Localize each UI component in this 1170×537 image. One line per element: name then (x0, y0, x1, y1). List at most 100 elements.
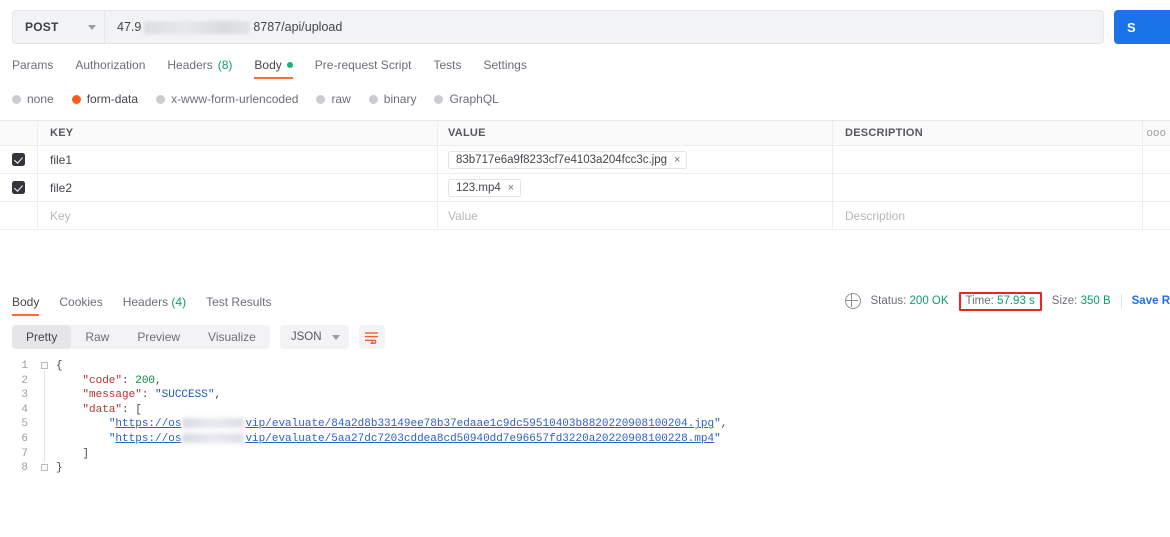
size-value: 350 B (1080, 295, 1111, 308)
line-number: 1 (21, 360, 28, 372)
response-view-label: Preview (137, 330, 181, 344)
response-view-label: Pretty (26, 330, 58, 344)
file-chip[interactable]: 83b717e6a9f8233cf7e4103a204fcc3c.jpg × (448, 150, 688, 169)
response-tab-body[interactable]: Body (12, 295, 40, 316)
request-tab-params[interactable]: Params (12, 58, 53, 79)
meta-divider (1120, 294, 1122, 309)
response-panel: Body Cookies Headers (4) Test Results St… (0, 288, 1170, 476)
row-description-cell[interactable] (833, 174, 1142, 201)
fold-toggle-icon[interactable] (41, 362, 48, 369)
response-view-visualize[interactable]: Visualize (194, 325, 270, 349)
body-type-graphql[interactable]: GraphQL (434, 92, 499, 106)
row-value-cell[interactable]: 83b717e6a9f8233cf7e4103a204fcc3c.jpg × (438, 146, 833, 173)
request-url-input[interactable]: 47.9 8787/api/upload (104, 10, 1104, 44)
radio-icon (156, 94, 166, 104)
code-line: " https://os vip/evaluate/84a2d8b33149ee78… (56, 417, 1170, 432)
response-body-code-viewer[interactable]: 1 2 3 4 5 6 7 8 { "code": 200, "message"… (0, 350, 1170, 476)
radio-selected-icon (71, 94, 81, 104)
body-modified-dot-icon (286, 62, 293, 68)
http-method-label: POST (25, 20, 59, 34)
code-line: "message": "SUCCESS", (56, 388, 1170, 403)
row-key-cell[interactable]: file1 (38, 146, 438, 173)
code-token: { (56, 360, 63, 372)
placeholder-more-cell (1142, 202, 1170, 229)
http-method-select[interactable]: POST (12, 10, 104, 44)
code-token: : (122, 403, 136, 416)
file-chip[interactable]: 123.mp4 × (448, 178, 522, 197)
response-tab-headers[interactable]: Headers (4) (123, 295, 186, 316)
code-token: "SUCCESS" (155, 389, 215, 402)
code-token: "message" (82, 389, 142, 402)
code-line: "code": 200, (56, 374, 1170, 389)
request-tab-authorization[interactable]: Authorization (75, 58, 145, 79)
request-tab-label: Tests (433, 58, 462, 72)
request-tab-label: Pre-request Script (314, 58, 412, 72)
more-options-icon: ooo (1146, 127, 1167, 139)
bulk-edit-menu-button[interactable]: ooo (1142, 121, 1170, 145)
table-placeholder-row: Key Value Description (0, 202, 1170, 230)
status-badge: Status: 200 OK (871, 295, 949, 307)
response-url-link[interactable]: https://os (115, 418, 181, 430)
code-token: : (122, 374, 136, 387)
request-tab-tests[interactable]: Tests (433, 58, 461, 79)
request-tab-settings[interactable]: Settings (484, 58, 527, 79)
response-language-select[interactable]: JSON (279, 325, 349, 349)
save-response-button[interactable]: Save R (1132, 295, 1170, 307)
table-row: file1 83b717e6a9f8233cf7e4103a204fcc3c.j… (0, 146, 1170, 174)
body-type-radio-group: none form-data x-www-form-urlencoded raw… (0, 79, 1170, 110)
response-tab-cookies[interactable]: Cookies (59, 295, 102, 316)
table-header-row: KEY VALUE DESCRIPTION ooo (0, 121, 1170, 146)
body-type-label: x-www-form-urlencoded (171, 92, 299, 106)
row-key-cell[interactable]: file2 (38, 174, 438, 201)
request-tab-label: Headers (167, 58, 213, 72)
line-number: 3 (21, 389, 28, 402)
line-number: 4 (21, 403, 28, 416)
code-token: : (141, 389, 156, 402)
body-type-none[interactable]: none (12, 92, 54, 106)
request-tab-body[interactable]: Body (254, 58, 293, 79)
status-value: 200 OK (909, 295, 949, 308)
row-enable-checkbox-cell (0, 146, 38, 173)
body-type-urlencoded[interactable]: x-www-form-urlencoded (156, 92, 298, 106)
body-type-raw[interactable]: raw (316, 92, 351, 106)
remove-file-icon[interactable]: × (508, 182, 514, 194)
placeholder-key-cell[interactable]: Key (38, 202, 438, 229)
line-number: 2 (21, 374, 28, 387)
time-label: Time: (965, 294, 994, 307)
body-type-binary[interactable]: binary (368, 92, 416, 106)
wrap-text-button[interactable] (358, 325, 385, 349)
response-view-preview[interactable]: Preview (123, 325, 194, 349)
code-token: " (714, 418, 721, 431)
response-view-pretty[interactable]: Pretty (12, 325, 72, 349)
request-tabs: Params Authorization Headers (8) Body Pr… (0, 44, 1170, 79)
file-chip-label: 123.mp4 (456, 181, 501, 194)
placeholder-description-cell[interactable]: Description (833, 202, 1142, 229)
response-url-link[interactable]: https://os (115, 433, 181, 445)
code-line: " https://os vip/evaluate/5aa27dc7203cddea… (56, 432, 1170, 447)
send-button[interactable]: S (1114, 10, 1170, 44)
globe-icon[interactable] (844, 293, 861, 310)
line-number: 5 (21, 418, 28, 431)
row-enable-checkbox[interactable] (12, 181, 25, 194)
header-cell-value: VALUE (438, 121, 833, 145)
fold-toggle-icon[interactable] (41, 464, 48, 471)
code-fold-column (34, 359, 56, 476)
wrap-text-icon (365, 331, 379, 344)
response-tab-test-results[interactable]: Test Results (206, 295, 271, 316)
row-description-cell[interactable] (833, 146, 1142, 173)
redacted-url-segment (182, 433, 245, 444)
response-view-raw[interactable]: Raw (71, 325, 123, 349)
request-tab-pre-request-script[interactable]: Pre-request Script (315, 58, 412, 79)
response-tab-label: Test Results (206, 295, 272, 309)
response-url-link[interactable]: vip/evaluate/5aa27dc7203cddea8cd50940dd7… (245, 433, 714, 445)
request-tab-headers[interactable]: Headers (8) (167, 58, 232, 79)
response-url-link[interactable]: vip/evaluate/84a2d8b33149ee78b37edaae1c9… (245, 418, 714, 430)
placeholder-value-cell[interactable]: Value (438, 202, 833, 229)
row-enable-checkbox[interactable] (12, 153, 25, 166)
body-type-form-data[interactable]: form-data (71, 92, 138, 106)
remove-file-icon[interactable]: × (674, 154, 680, 166)
request-tab-label: Authorization (75, 58, 146, 72)
row-value-cell[interactable]: 123.mp4 × (438, 174, 833, 201)
response-tab-label: Body (12, 295, 40, 309)
line-number: 7 (21, 447, 28, 460)
